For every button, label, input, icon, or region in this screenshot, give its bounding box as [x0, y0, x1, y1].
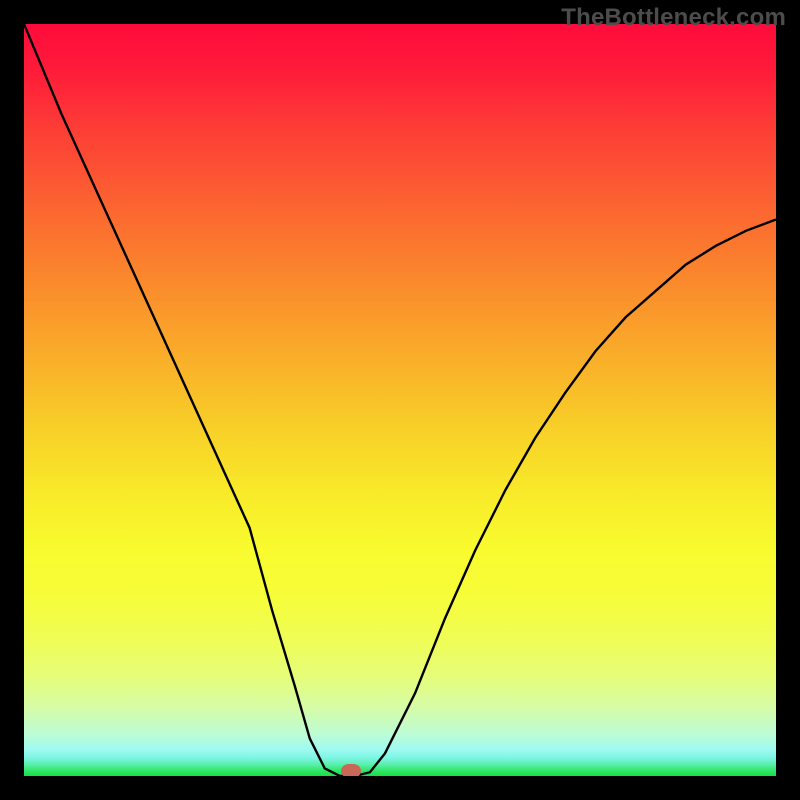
optimal-point-marker [341, 764, 361, 776]
outer-frame: TheBottleneck.com [0, 0, 800, 800]
plot-area [24, 24, 776, 776]
bottleneck-curve-path [24, 24, 776, 776]
watermark-text: TheBottleneck.com [561, 4, 786, 32]
bottleneck-curve-svg [24, 24, 776, 776]
